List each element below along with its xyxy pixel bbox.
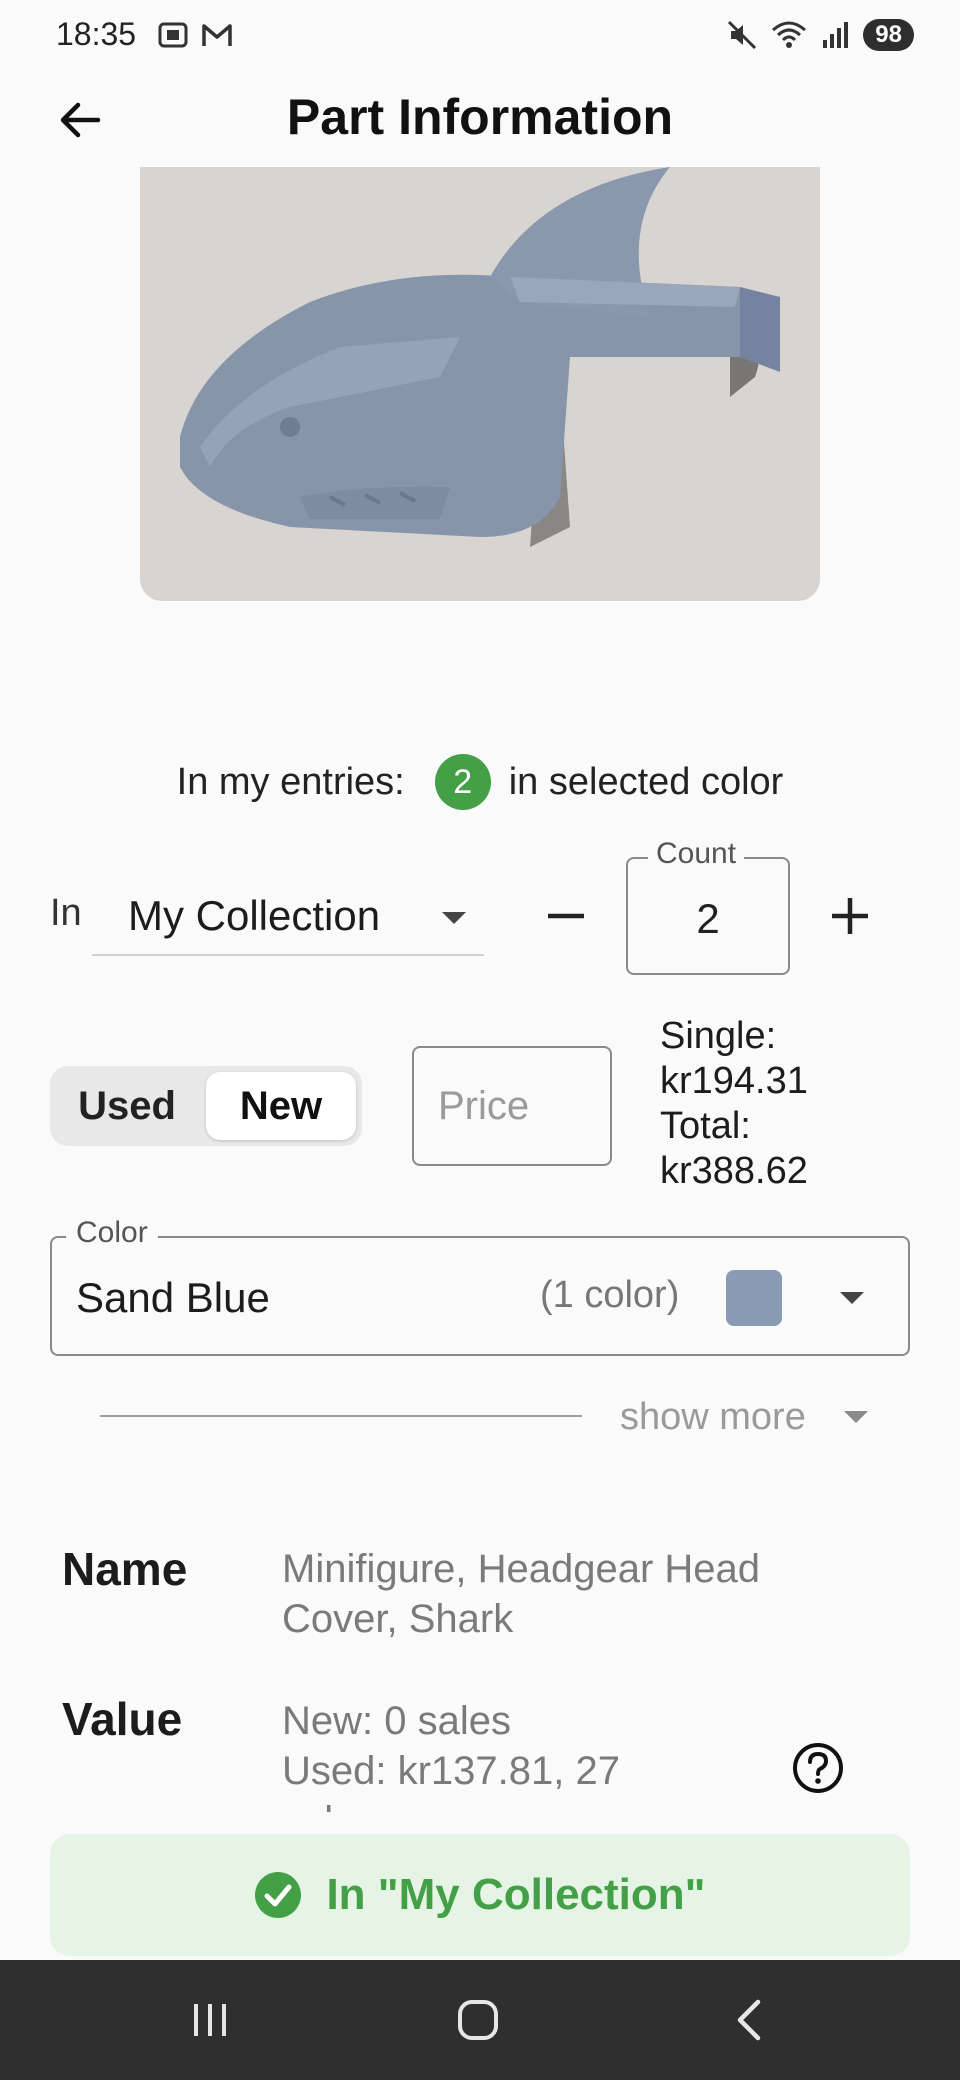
part-image <box>140 167 820 601</box>
details-section: Name Minifigure, Headgear Head Cover, Sh… <box>0 1520 960 1812</box>
price-info: Single: kr194.31 Total: kr388.62 <box>660 1014 808 1194</box>
value-text: New: 0 sales Used: kr137.81, 27 sales <box>282 1696 842 1812</box>
minus-icon <box>548 913 584 919</box>
collection-dropdown[interactable]: My Collection <box>92 880 484 956</box>
color-label: Color <box>66 1216 158 1250</box>
value-line-1: New: 0 sales <box>282 1699 511 1743</box>
screenshot-icon <box>158 22 188 48</box>
help-icon[interactable] <box>792 1742 844 1794</box>
recent-apps-button[interactable] <box>160 1988 260 2052</box>
status-snackbar: In "My Collection" <box>50 1834 910 1956</box>
page-title: Part Information <box>286 89 674 145</box>
signal-icon <box>823 22 849 48</box>
status-left-icons <box>156 18 234 52</box>
entries-summary: In my entries: 2 in selected color <box>0 752 960 812</box>
color-dropdown[interactable]: Color Sand Blue (1 color) <box>50 1216 910 1356</box>
plus-icon <box>832 898 868 934</box>
color-swatch <box>726 1270 782 1326</box>
name-line-1: Minifigure, Headgear Head <box>282 1547 761 1591</box>
total-label: Total: <box>660 1105 751 1147</box>
single-label: Single: <box>660 1015 777 1057</box>
color-value: Sand Blue <box>76 1274 270 1321</box>
status-bar: 18:35 98 <box>0 0 960 72</box>
toggle-used[interactable]: Used <box>50 1066 204 1146</box>
entries-suffix: in selected color <box>508 760 784 803</box>
home-button[interactable] <box>428 1988 528 2052</box>
part-photo <box>140 167 820 601</box>
total-value: kr388.62 <box>660 1150 808 1192</box>
value-line-2: Used: kr137.81, 27 <box>282 1749 620 1793</box>
count-value: 2 <box>696 895 720 942</box>
value-label: Value <box>62 1693 183 1745</box>
name-label: Name <box>62 1543 188 1595</box>
increment-button[interactable] <box>814 880 886 952</box>
toggle-new[interactable]: New <box>206 1072 356 1140</box>
caret-down-icon <box>840 1292 864 1304</box>
recent-apps-icon <box>194 2004 226 2036</box>
show-more-button[interactable]: show more <box>620 1392 870 1442</box>
app-bar: Part Information <box>0 72 960 168</box>
status-right-icons: 98 <box>725 18 914 52</box>
check-circle-icon <box>255 1872 302 1918</box>
gmail-icon <box>202 24 232 46</box>
name-line-2: Cover, Shark <box>282 1597 514 1641</box>
single-value: kr194.31 <box>660 1060 808 1102</box>
condition-toggle: Used New <box>50 1066 362 1146</box>
price-input[interactable] <box>412 1046 612 1166</box>
nav-back-button[interactable] <box>700 1988 800 2052</box>
battery-indicator: 98 <box>863 19 914 51</box>
wifi-icon <box>772 21 807 48</box>
in-label: In <box>50 892 82 934</box>
name-value: Minifigure, Headgear Head Cover, Shark <box>282 1544 842 1644</box>
count-field[interactable]: Count 2 <box>626 837 790 975</box>
snackbar-text: In "My Collection" <box>326 1870 706 1919</box>
collection-selected: My Collection <box>128 892 381 939</box>
system-nav-bar <box>0 1960 960 2080</box>
divider <box>100 1415 582 1417</box>
home-icon <box>458 2000 498 2040</box>
caret-down-icon <box>843 1411 868 1423</box>
status-time: 18:35 <box>56 16 137 52</box>
mute-icon <box>728 20 757 50</box>
screen: 18:35 98 Part Information In my entries:… <box>0 0 960 2080</box>
count-label: Count <box>648 837 745 871</box>
color-count: (1 color) <box>540 1274 680 1316</box>
caret-down-icon <box>442 912 466 924</box>
show-more-label: show more <box>620 1395 806 1438</box>
value-line-3: sales <box>282 1796 842 1812</box>
decrement-button[interactable] <box>530 880 602 952</box>
entries-count-badge: 2 <box>434 754 491 810</box>
chevron-left-icon <box>737 1999 761 2041</box>
entries-prefix: In my entries: <box>176 760 405 803</box>
